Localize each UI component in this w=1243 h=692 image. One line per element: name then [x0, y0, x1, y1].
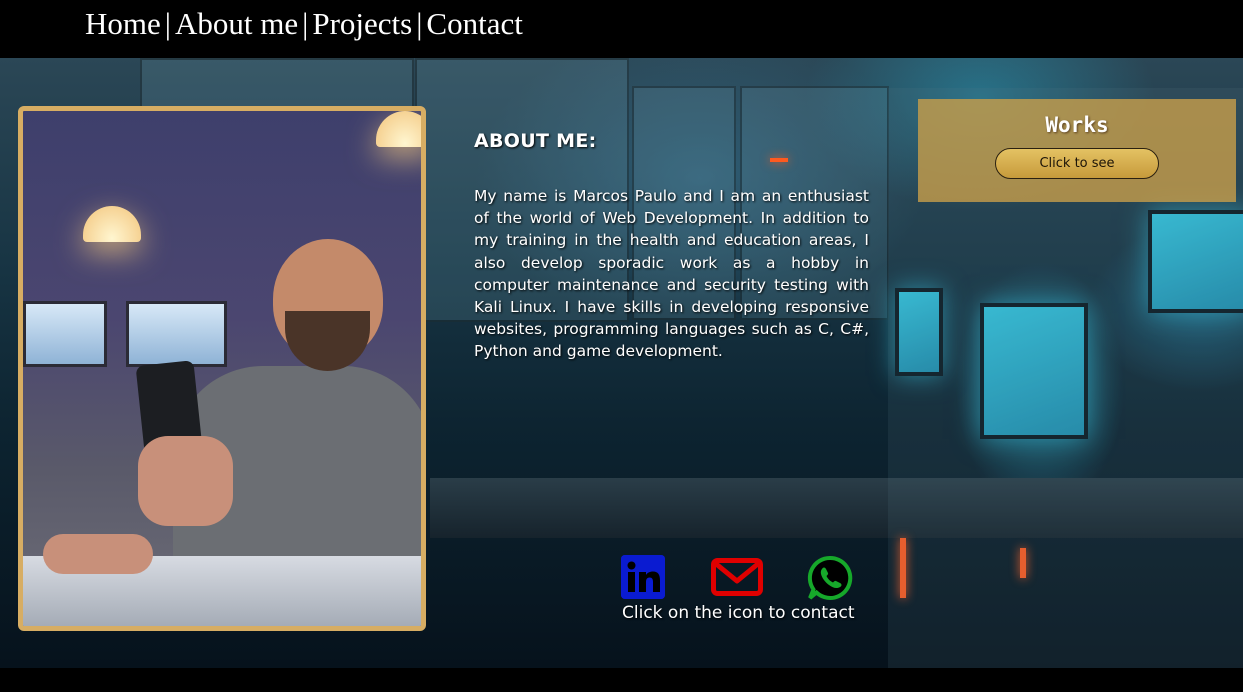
- person-beard-shape: [285, 311, 370, 371]
- about-section: ABOUT ME: My name is Marcos Paulo and I …: [474, 130, 869, 363]
- nav-contact-link[interactable]: Contact: [426, 6, 522, 41]
- works-panel: Works Click to see: [918, 99, 1236, 202]
- lamp-shape: [83, 206, 141, 242]
- about-title: ABOUT ME:: [474, 130, 597, 152]
- works-button[interactable]: Click to see: [995, 148, 1159, 179]
- nav-about-link[interactable]: About me: [175, 6, 298, 41]
- nav-separator: |: [164, 6, 171, 41]
- about-text: My name is Marcos Paulo and I am an enth…: [474, 187, 869, 361]
- whatsapp-icon[interactable]: [807, 555, 853, 601]
- lamp-shape: [376, 111, 421, 147]
- person-hand-shape: [43, 534, 153, 574]
- contact-caption: Click on the icon to contact: [622, 603, 855, 623]
- screen-shape: [126, 301, 227, 367]
- linkedin-icon[interactable]: [621, 555, 665, 599]
- nav-projects-link[interactable]: Projects: [312, 6, 412, 41]
- nav-separator: |: [302, 6, 309, 41]
- nav-home-link[interactable]: Home: [85, 6, 161, 41]
- person-hand-shape: [138, 436, 233, 526]
- top-navbar: Home | About me | Projects | Contact: [0, 0, 1243, 58]
- nav-separator: |: [416, 6, 423, 41]
- footer-bar: [0, 668, 1243, 692]
- mail-icon[interactable]: [711, 558, 763, 596]
- profile-photo: [18, 106, 426, 631]
- works-title: Works: [1045, 113, 1109, 137]
- nav-links: Home | About me | Projects | Contact: [85, 6, 523, 42]
- screen-shape: [23, 301, 107, 367]
